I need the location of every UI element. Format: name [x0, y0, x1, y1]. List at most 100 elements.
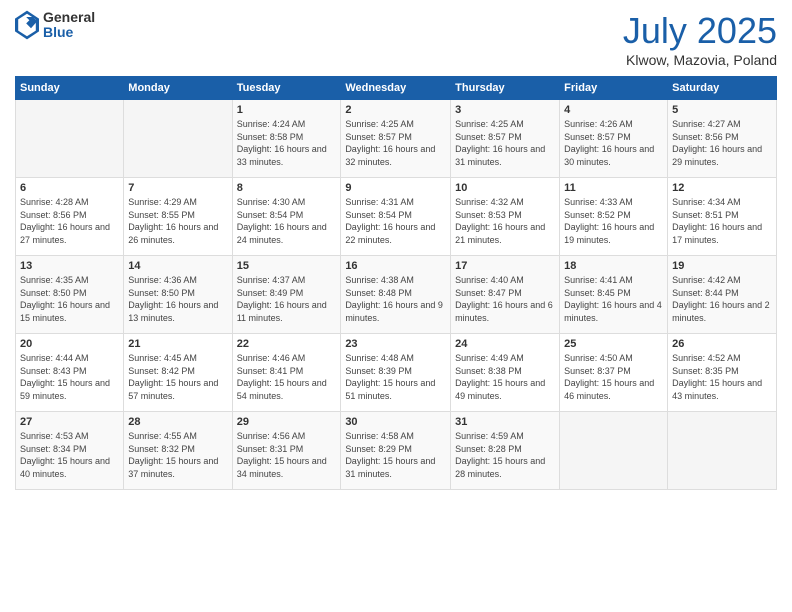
- col-tuesday: Tuesday: [232, 77, 341, 100]
- calendar-cell: [668, 412, 777, 490]
- day-info: Sunrise: 4:41 AMSunset: 8:45 PMDaylight:…: [564, 274, 663, 324]
- day-info: Sunrise: 4:25 AMSunset: 8:57 PMDaylight:…: [345, 118, 446, 168]
- calendar-cell: 13Sunrise: 4:35 AMSunset: 8:50 PMDayligh…: [16, 256, 124, 334]
- day-number: 7: [128, 182, 227, 194]
- calendar-cell: 28Sunrise: 4:55 AMSunset: 8:32 PMDayligh…: [124, 412, 232, 490]
- calendar-body: 1 Sunrise: 4:24 AMSunset: 8:58 PMDaylight…: [16, 100, 777, 490]
- header-row: Sunday Monday Tuesday Wednesday Thursday…: [16, 77, 777, 100]
- col-sunday: Sunday: [16, 77, 124, 100]
- day-info: Sunrise: 4:42 AMSunset: 8:44 PMDaylight:…: [672, 274, 772, 324]
- day-number: 14: [128, 260, 227, 272]
- day-info: Sunrise: 4:49 AMSunset: 8:38 PMDaylight:…: [455, 352, 555, 402]
- day-number: 1: [237, 104, 337, 116]
- day-info: Sunrise: 4:52 AMSunset: 8:35 PMDaylight:…: [672, 352, 772, 402]
- calendar-cell: 16Sunrise: 4:38 AMSunset: 8:48 PMDayligh…: [341, 256, 451, 334]
- day-info: Sunrise: 4:56 AMSunset: 8:31 PMDaylight:…: [237, 430, 337, 480]
- calendar-cell: [16, 100, 124, 178]
- week-row-3: 13Sunrise: 4:35 AMSunset: 8:50 PMDayligh…: [16, 256, 777, 334]
- day-info: Sunrise: 4:24 AMSunset: 8:58 PMDaylight:…: [237, 118, 337, 168]
- calendar-cell: 22 Sunrise: 4:46 AMSunset: 8:41 PMDayligh…: [232, 334, 341, 412]
- day-number: 5: [672, 104, 772, 116]
- day-info: Sunrise: 4:50 AMSunset: 8:37 PMDaylight:…: [564, 352, 663, 402]
- day-info: Sunrise: 4:38 AMSunset: 8:48 PMDaylight:…: [345, 274, 446, 324]
- day-info: Sunrise: 4:29 AMSunset: 8:55 PMDaylight:…: [128, 196, 227, 246]
- logo-blue-text: Blue: [43, 25, 95, 40]
- day-info: Sunrise: 4:30 AMSunset: 8:54 PMDaylight:…: [237, 196, 337, 246]
- day-info: Sunrise: 4:26 AMSunset: 8:57 PMDaylight:…: [564, 118, 663, 168]
- day-number: 26: [672, 338, 772, 350]
- calendar-cell: 25 Sunrise: 4:50 AMSunset: 8:37 PMDayligh…: [560, 334, 668, 412]
- col-thursday: Thursday: [451, 77, 560, 100]
- calendar-cell: 12 Sunrise: 4:34 AMSunset: 8:51 PMDayligh…: [668, 178, 777, 256]
- calendar-cell: 26 Sunrise: 4:52 AMSunset: 8:35 PMDayligh…: [668, 334, 777, 412]
- day-number: 10: [455, 182, 555, 194]
- calendar-cell: 14Sunrise: 4:36 AMSunset: 8:50 PMDayligh…: [124, 256, 232, 334]
- day-number: 29: [237, 416, 337, 428]
- week-row-1: 1 Sunrise: 4:24 AMSunset: 8:58 PMDaylight…: [16, 100, 777, 178]
- day-number: 27: [20, 416, 119, 428]
- day-number: 22: [237, 338, 337, 350]
- calendar-cell: 8Sunrise: 4:30 AMSunset: 8:54 PMDaylight…: [232, 178, 341, 256]
- day-info: Sunrise: 4:48 AMSunset: 8:39 PMDaylight:…: [345, 352, 446, 402]
- calendar-cell: 7 Sunrise: 4:29 AMSunset: 8:55 PMDaylight…: [124, 178, 232, 256]
- day-number: 11: [564, 182, 663, 194]
- page: General Blue July 2025 Klwow, Mazovia, P…: [0, 0, 792, 612]
- calendar-cell: 21Sunrise: 4:45 AMSunset: 8:42 PMDayligh…: [124, 334, 232, 412]
- col-wednesday: Wednesday: [341, 77, 451, 100]
- week-row-2: 6Sunrise: 4:28 AMSunset: 8:56 PMDaylight…: [16, 178, 777, 256]
- calendar-cell: 27Sunrise: 4:53 AMSunset: 8:34 PMDayligh…: [16, 412, 124, 490]
- calendar-cell: 24 Sunrise: 4:49 AMSunset: 8:38 PMDayligh…: [451, 334, 560, 412]
- logo-icon: [15, 10, 39, 40]
- day-info: Sunrise: 4:44 AMSunset: 8:43 PMDaylight:…: [20, 352, 119, 402]
- calendar: Sunday Monday Tuesday Wednesday Thursday…: [15, 76, 777, 490]
- day-info: Sunrise: 4:46 AMSunset: 8:41 PMDaylight:…: [237, 352, 337, 402]
- logo-general-text: General: [43, 10, 95, 25]
- day-info: Sunrise: 4:33 AMSunset: 8:52 PMDaylight:…: [564, 196, 663, 246]
- calendar-cell: 18 Sunrise: 4:41 AMSunset: 8:45 PMDayligh…: [560, 256, 668, 334]
- calendar-cell: 5Sunrise: 4:27 AMSunset: 8:56 PMDaylight…: [668, 100, 777, 178]
- day-number: 28: [128, 416, 227, 428]
- calendar-cell: 6Sunrise: 4:28 AMSunset: 8:56 PMDaylight…: [16, 178, 124, 256]
- calendar-cell: 19Sunrise: 4:42 AMSunset: 8:44 PMDayligh…: [668, 256, 777, 334]
- calendar-cell: 10 Sunrise: 4:32 AMSunset: 8:53 PMDayligh…: [451, 178, 560, 256]
- calendar-cell: 20Sunrise: 4:44 AMSunset: 8:43 PMDayligh…: [16, 334, 124, 412]
- day-number: 31: [455, 416, 555, 428]
- header: General Blue July 2025 Klwow, Mazovia, P…: [15, 10, 777, 68]
- col-monday: Monday: [124, 77, 232, 100]
- day-number: 18: [564, 260, 663, 272]
- day-number: 25: [564, 338, 663, 350]
- day-info: Sunrise: 4:34 AMSunset: 8:51 PMDaylight:…: [672, 196, 772, 246]
- day-number: 12: [672, 182, 772, 194]
- day-number: 2: [345, 104, 446, 116]
- col-friday: Friday: [560, 77, 668, 100]
- day-number: 30: [345, 416, 446, 428]
- calendar-cell: 17Sunrise: 4:40 AMSunset: 8:47 PMDayligh…: [451, 256, 560, 334]
- calendar-cell: 4 Sunrise: 4:26 AMSunset: 8:57 PMDaylight…: [560, 100, 668, 178]
- day-number: 3: [455, 104, 555, 116]
- day-info: Sunrise: 4:59 AMSunset: 8:28 PMDaylight:…: [455, 430, 555, 480]
- location: Klwow, Mazovia, Poland: [623, 52, 777, 68]
- day-number: 4: [564, 104, 663, 116]
- calendar-cell: 15 Sunrise: 4:37 AMSunset: 8:49 PMDayligh…: [232, 256, 341, 334]
- calendar-cell: 3Sunrise: 4:25 AMSunset: 8:57 PMDaylight…: [451, 100, 560, 178]
- week-row-5: 27Sunrise: 4:53 AMSunset: 8:34 PMDayligh…: [16, 412, 777, 490]
- day-number: 9: [345, 182, 446, 194]
- day-info: Sunrise: 4:58 AMSunset: 8:29 PMDaylight:…: [345, 430, 446, 480]
- day-number: 15: [237, 260, 337, 272]
- day-number: 24: [455, 338, 555, 350]
- calendar-cell: 29 Sunrise: 4:56 AMSunset: 8:31 PMDayligh…: [232, 412, 341, 490]
- day-number: 21: [128, 338, 227, 350]
- month-title: July 2025: [623, 10, 777, 52]
- calendar-cell: 11 Sunrise: 4:33 AMSunset: 8:52 PMDayligh…: [560, 178, 668, 256]
- calendar-cell: 30 Sunrise: 4:58 AMSunset: 8:29 PMDayligh…: [341, 412, 451, 490]
- logo: General Blue: [15, 10, 95, 41]
- day-info: Sunrise: 4:40 AMSunset: 8:47 PMDaylight:…: [455, 274, 555, 324]
- day-number: 23: [345, 338, 446, 350]
- day-info: Sunrise: 4:37 AMSunset: 8:49 PMDaylight:…: [237, 274, 337, 324]
- calendar-header: Sunday Monday Tuesday Wednesday Thursday…: [16, 77, 777, 100]
- day-info: Sunrise: 4:28 AMSunset: 8:56 PMDaylight:…: [20, 196, 119, 246]
- calendar-cell: 23 Sunrise: 4:48 AMSunset: 8:39 PMDayligh…: [341, 334, 451, 412]
- day-info: Sunrise: 4:32 AMSunset: 8:53 PMDaylight:…: [455, 196, 555, 246]
- calendar-cell: 9Sunrise: 4:31 AMSunset: 8:54 PMDaylight…: [341, 178, 451, 256]
- day-number: 13: [20, 260, 119, 272]
